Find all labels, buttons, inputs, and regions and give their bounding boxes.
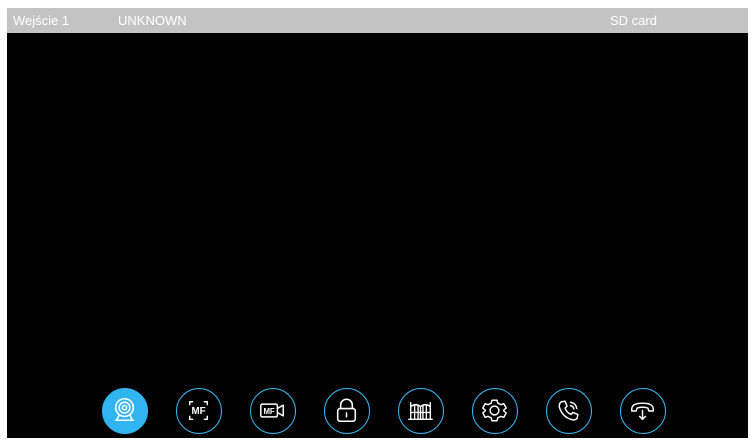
snapshot-button[interactable]: MF (176, 388, 222, 434)
mf-video-icon: MF (260, 403, 284, 418)
camera-icon (114, 397, 135, 422)
gate-button[interactable] (398, 388, 444, 434)
mf-snapshot-icon: MF (188, 400, 209, 421)
caller-label: UNKNOWN (118, 13, 187, 28)
answer-call-button[interactable] (546, 388, 592, 434)
control-toolbar: MF MF (7, 388, 748, 438)
gate-icon (408, 401, 433, 420)
hang-up-button[interactable] (620, 388, 666, 434)
record-video-button[interactable]: MF (250, 388, 296, 434)
settings-button[interactable] (472, 388, 518, 434)
video-feed (7, 33, 748, 383)
gear-icon (482, 399, 507, 422)
record-icon-text: MF (263, 407, 274, 416)
hang-up-icon (631, 402, 654, 421)
snapshot-icon-text: MF (191, 406, 205, 417)
monitor-screen: Wejście 1 UNKNOWN SD card MF MF (7, 8, 748, 438)
camera-button[interactable] (102, 388, 148, 434)
status-bar: Wejście 1 UNKNOWN SD card (7, 8, 748, 33)
phone-icon (558, 400, 579, 421)
lock-icon (336, 398, 357, 423)
storage-label: SD card (610, 13, 657, 28)
unlock-button[interactable] (324, 388, 370, 434)
input-channel-label: Wejście 1 (13, 13, 70, 28)
